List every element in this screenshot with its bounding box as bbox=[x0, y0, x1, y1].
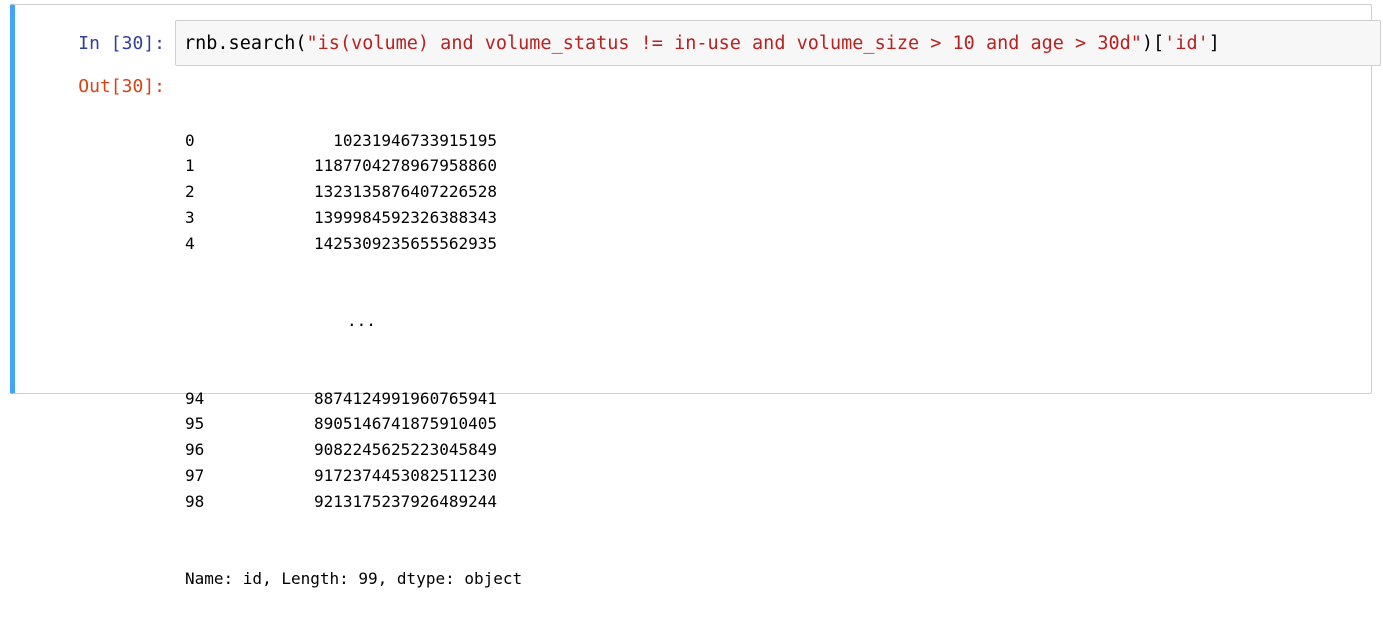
series-row: 97 9172374453082511230 bbox=[185, 463, 522, 489]
code-call-suffix: ] bbox=[1208, 33, 1220, 54]
cell-output: 0 10231946733915195 1 1187704278967958860 2 1… bbox=[185, 76, 522, 644]
series-row: 2 1323135876407226528 bbox=[185, 179, 522, 205]
series-index: 98 bbox=[185, 491, 205, 511]
code-input-editor[interactable]: rnb.search("is(volume) and volume_status… bbox=[175, 20, 1381, 66]
series-value: 1323135876407226528 bbox=[313, 182, 497, 202]
series-value: 1425309235655562935 bbox=[313, 233, 497, 253]
series-ellipsis: ... bbox=[347, 311, 376, 331]
series-value: 10231946733915195 bbox=[333, 130, 497, 150]
code-call-middle: )[ bbox=[1141, 33, 1165, 54]
input-prompt: In [30]: bbox=[78, 33, 165, 54]
series-value: 1399984592326388343 bbox=[313, 207, 497, 227]
series-value: 8905146741875910405 bbox=[313, 414, 497, 434]
code-call-prefix: rnb.search( bbox=[184, 33, 307, 54]
series-row: 94 8874124991960765941 bbox=[185, 386, 522, 412]
series-value: 9172374453082511230 bbox=[313, 465, 497, 485]
series-index: 94 bbox=[185, 388, 205, 408]
series-footer: Name: id, Length: 99, dtype: object bbox=[185, 569, 523, 589]
series-row: 95 8905146741875910405 bbox=[185, 411, 522, 437]
series-row: 0 10231946733915195 bbox=[185, 128, 522, 154]
series-index: 3 bbox=[185, 207, 195, 227]
series-row: 96 9082245625223045849 bbox=[185, 437, 522, 463]
series-value: 9082245625223045849 bbox=[313, 440, 497, 460]
series-value: 1187704278967958860 bbox=[313, 156, 497, 176]
series-row: 98 9213175237926489244 bbox=[185, 489, 522, 515]
output-prompt: Out[30]: bbox=[78, 76, 165, 97]
series-row: 3 1399984592326388343 bbox=[185, 205, 522, 231]
code-key-string: 'id' bbox=[1164, 33, 1209, 54]
series-head-rows: 0 10231946733915195 1 1187704278967958860 2 1… bbox=[185, 128, 522, 257]
series-row: 1 1187704278967958860 bbox=[185, 153, 522, 179]
series-index: 1 bbox=[185, 156, 195, 176]
series-tail-rows: 94 8874124991960765941 95 89051467418759104… bbox=[185, 386, 522, 515]
notebook-cell[interactable]: In [30]: rnb.search("is(volume) and volu… bbox=[10, 4, 1381, 588]
series-index: 97 bbox=[185, 465, 205, 485]
series-index: 96 bbox=[185, 440, 205, 460]
series-row: 4 1425309235655562935 bbox=[185, 231, 522, 257]
series-value: 9213175237926489244 bbox=[313, 491, 497, 511]
series-index: 0 bbox=[185, 130, 195, 150]
code-query-string: "is(volume) and volume_status != in-use … bbox=[306, 33, 1142, 54]
series-index: 4 bbox=[185, 233, 195, 253]
series-index: 95 bbox=[185, 414, 205, 434]
series-index: 2 bbox=[185, 182, 195, 202]
series-value: 8874124991960765941 bbox=[313, 388, 497, 408]
